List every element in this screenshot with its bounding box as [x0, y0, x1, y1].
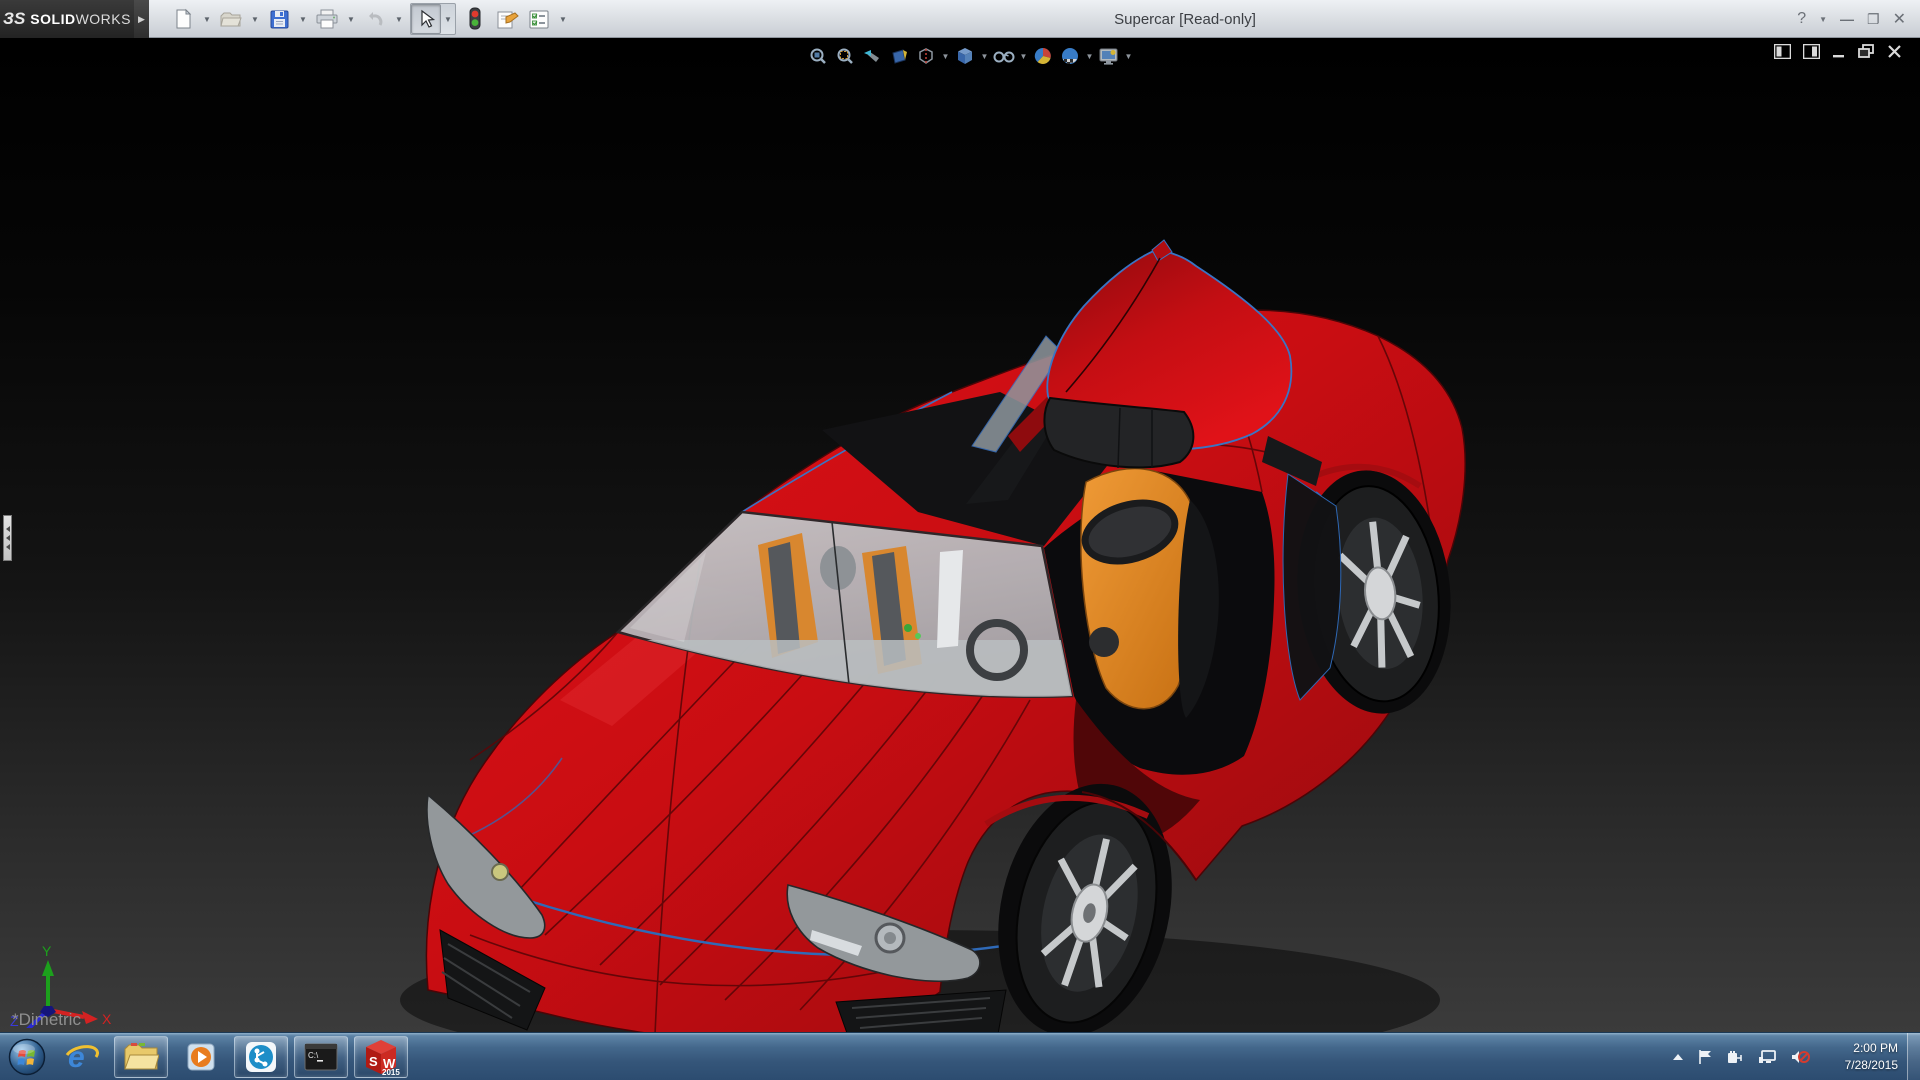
- doc-close-icon[interactable]: [1887, 44, 1902, 59]
- graphics-area[interactable]: ▼ ▼ ▼ ▼ ▼: [0, 38, 1920, 1032]
- brand-text-bold: SOLID: [30, 11, 75, 27]
- select-group: ▼: [410, 3, 456, 35]
- hide-show-items-icon[interactable]: [992, 44, 1016, 68]
- start-button[interactable]: [6, 1036, 48, 1078]
- document-window-controls: [1774, 44, 1902, 59]
- taskbar-internet-explorer[interactable]: e: [54, 1036, 108, 1078]
- hide-show-items-dropdown[interactable]: ▼: [1019, 52, 1028, 61]
- save-dropdown[interactable]: ▼: [296, 4, 310, 34]
- help-dropdown[interactable]: ▼: [1819, 15, 1827, 24]
- triad-x-label: X: [102, 1011, 112, 1027]
- window-controls: ? ▼ — ❐ ✕: [1797, 0, 1906, 38]
- previous-view-icon[interactable]: [860, 44, 884, 68]
- taskbar-command-prompt[interactable]: C:\: [294, 1036, 348, 1078]
- solidworks-window: ЗS SOLIDWORKS ▶ ▼ ▼ ▼ ▼ ▼ ▼: [0, 0, 1920, 1080]
- view-orientation-dropdown[interactable]: ▼: [980, 52, 989, 61]
- new-document-button[interactable]: [168, 4, 198, 34]
- taskbar-windows-explorer[interactable]: [114, 1036, 168, 1078]
- volume-muted-icon[interactable]: [1790, 1049, 1810, 1065]
- open-dropdown[interactable]: ▼: [248, 4, 262, 34]
- restore-window-icon[interactable]: ❐: [1867, 11, 1880, 28]
- feature-pane-right-icon[interactable]: [1803, 44, 1820, 59]
- taskbar-circuitworks[interactable]: [234, 1036, 288, 1078]
- clock-time: 2:00 PM: [1853, 1040, 1898, 1057]
- svg-text:S: S: [369, 1054, 378, 1069]
- rebuild-button[interactable]: [460, 4, 490, 34]
- doc-minimize-icon[interactable]: [1832, 44, 1846, 59]
- help-icon[interactable]: ?: [1797, 10, 1806, 28]
- select-dropdown[interactable]: ▼: [441, 4, 455, 34]
- undo-button[interactable]: [360, 4, 390, 34]
- zoom-to-fit-icon[interactable]: [806, 44, 830, 68]
- select-button[interactable]: [411, 4, 441, 34]
- section-view-icon[interactable]: [887, 44, 911, 68]
- brand-text-light: WORKS: [76, 11, 131, 27]
- view-settings-icon[interactable]: [1097, 44, 1121, 68]
- zoom-to-area-icon[interactable]: [833, 44, 857, 68]
- feature-tree-flyout-tab[interactable]: [3, 515, 12, 561]
- options-button[interactable]: [524, 4, 554, 34]
- heads-up-view-toolbar: ▼ ▼ ▼ ▼ ▼: [806, 42, 1133, 70]
- feature-pane-left-icon[interactable]: [1774, 44, 1791, 59]
- doc-restore-icon[interactable]: [1858, 44, 1875, 59]
- taskbar-solidworks-2015[interactable]: S W 2015: [354, 1036, 408, 1078]
- file-properties-button[interactable]: [492, 4, 522, 34]
- clock-date: 7/28/2015: [1845, 1057, 1898, 1074]
- standard-toolbar: ▼ ▼ ▼ ▼ ▼ ▼: [168, 3, 570, 35]
- network-icon[interactable]: [1758, 1049, 1776, 1065]
- show-desktop-button[interactable]: [1907, 1033, 1920, 1080]
- show-hidden-icons[interactable]: [1672, 1052, 1684, 1062]
- action-center-icon[interactable]: [1698, 1049, 1713, 1065]
- print-button[interactable]: [312, 4, 342, 34]
- supercar-model[interactable]: [0, 38, 1920, 1032]
- menu-flyout-arrow[interactable]: ▶: [134, 0, 149, 38]
- options-dropdown[interactable]: ▼: [556, 4, 570, 34]
- cmd-prompt-text: C:\: [308, 1051, 319, 1060]
- close-window-icon[interactable]: ✕: [1893, 9, 1906, 29]
- open-button[interactable]: [216, 4, 246, 34]
- system-tray: [1672, 1033, 1810, 1080]
- edit-appearance-icon[interactable]: [1031, 44, 1055, 68]
- apply-scene-icon[interactable]: [1058, 44, 1082, 68]
- title-bar: ЗS SOLIDWORKS ▶ ▼ ▼ ▼ ▼ ▼ ▼: [0, 0, 1920, 38]
- minimize-window-icon[interactable]: —: [1840, 11, 1854, 27]
- undo-dropdown[interactable]: ▼: [392, 4, 406, 34]
- display-style-dropdown[interactable]: ▼: [941, 52, 950, 61]
- new-dropdown[interactable]: ▼: [200, 4, 214, 34]
- ds-logo-icon: ЗS: [3, 9, 25, 29]
- view-orientation-icon[interactable]: [953, 44, 977, 68]
- solidworks-logo: ЗS SOLIDWORKS: [0, 0, 134, 38]
- view-settings-dropdown[interactable]: ▼: [1124, 52, 1133, 61]
- document-title: Supercar [Read-only]: [1114, 0, 1256, 38]
- triad-y-label: Y: [42, 943, 52, 959]
- sw-version-badge: 2015: [382, 1068, 400, 1076]
- print-dropdown[interactable]: ▼: [344, 4, 358, 34]
- taskbar-clock[interactable]: 2:00 PM 7/28/2015: [1845, 1033, 1898, 1080]
- apply-scene-dropdown[interactable]: ▼: [1085, 52, 1094, 61]
- view-orientation-label: *Dimetric: [12, 1010, 81, 1030]
- taskbar: e C:\ S W 2015: [0, 1032, 1920, 1080]
- taskbar-media-player[interactable]: [174, 1036, 228, 1078]
- save-button[interactable]: [264, 4, 294, 34]
- display-style-icon[interactable]: [914, 44, 938, 68]
- power-icon[interactable]: [1727, 1049, 1744, 1065]
